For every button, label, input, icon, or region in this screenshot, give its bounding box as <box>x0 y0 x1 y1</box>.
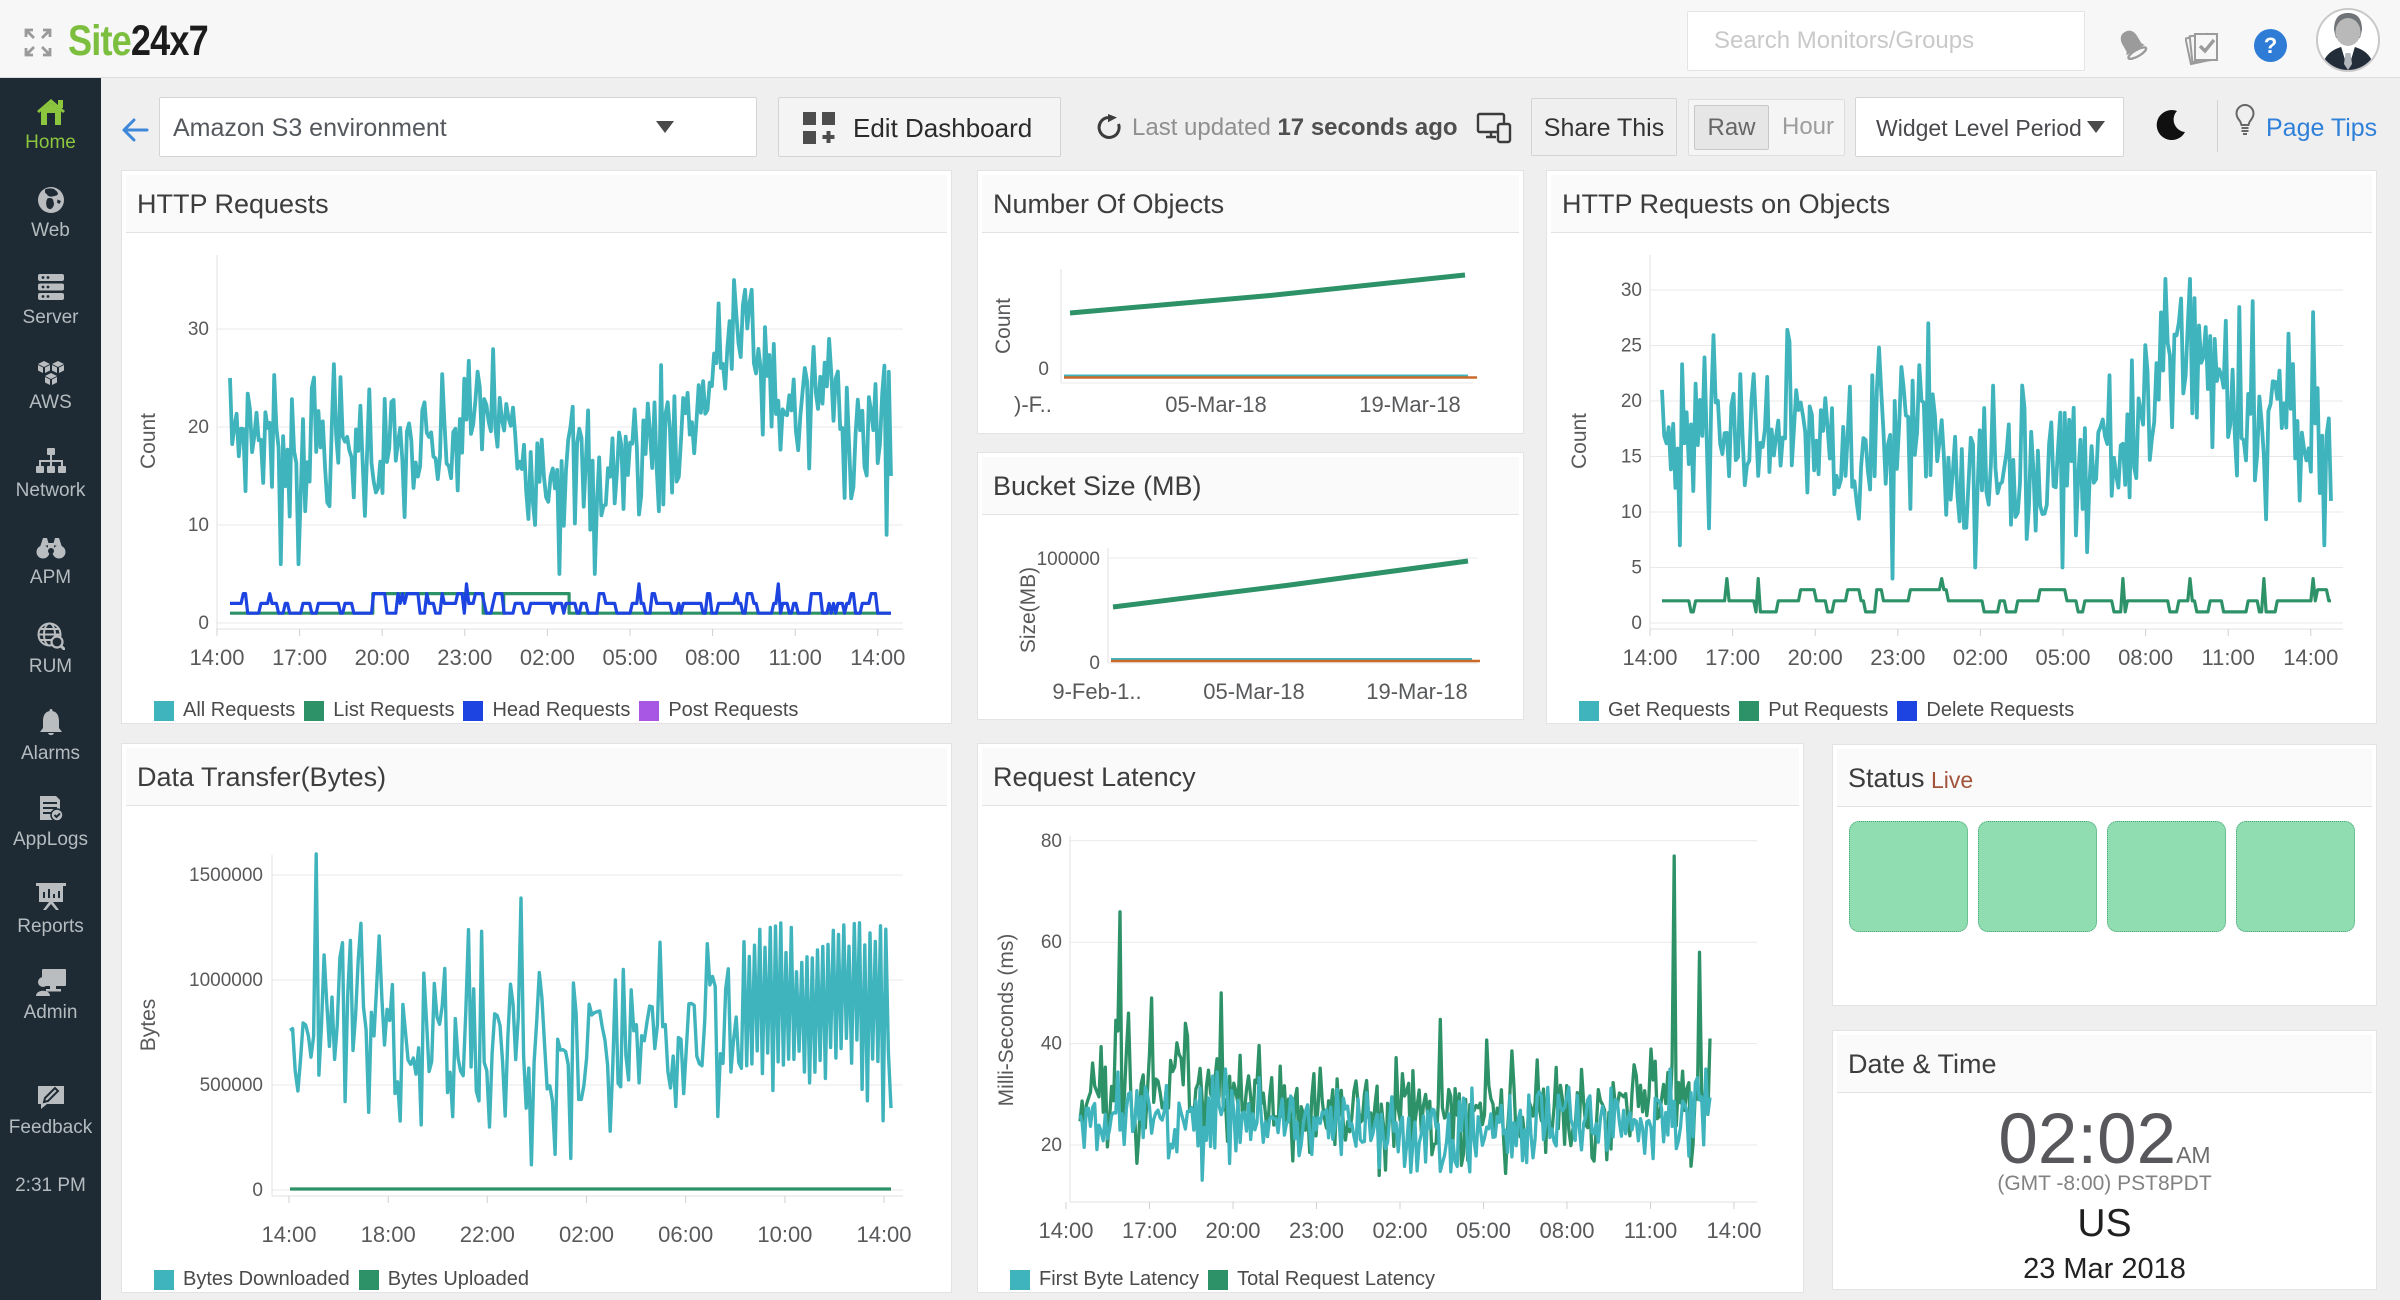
svg-text:06:00: 06:00 <box>658 1222 713 1247</box>
svg-text:Bytes: Bytes <box>137 999 160 1052</box>
svg-text:23:00: 23:00 <box>1870 645 1925 670</box>
svg-text:20: 20 <box>188 417 209 438</box>
svg-text:15: 15 <box>1621 447 1642 468</box>
svg-text:14:00: 14:00 <box>261 1222 316 1247</box>
svg-text:0: 0 <box>252 1180 263 1201</box>
svg-text:10: 10 <box>188 515 209 536</box>
svg-text:11:00: 11:00 <box>1624 1218 1677 1243</box>
svg-text:)-F..: )-F.. <box>1014 392 1052 417</box>
svg-text:Size(MB): Size(MB) <box>1017 567 1040 653</box>
svg-text:14:00: 14:00 <box>189 645 244 670</box>
svg-text:17:00: 17:00 <box>272 645 327 670</box>
svg-text:0: 0 <box>198 613 209 634</box>
svg-text:05:00: 05:00 <box>1456 1218 1511 1243</box>
svg-text:22:00: 22:00 <box>460 1222 515 1247</box>
svg-text:20:00: 20:00 <box>355 645 410 670</box>
svg-text:Count: Count <box>1568 413 1591 469</box>
svg-text:05-Mar-18: 05-Mar-18 <box>1165 392 1266 417</box>
svg-text:80: 80 <box>1041 831 1062 852</box>
svg-text:0: 0 <box>1089 653 1100 674</box>
svg-text:14:00: 14:00 <box>1622 645 1677 670</box>
svg-text:19-Mar-18: 19-Mar-18 <box>1359 392 1460 417</box>
svg-text:20: 20 <box>1621 391 1642 412</box>
svg-text:20: 20 <box>1041 1135 1062 1156</box>
svg-text:60: 60 <box>1041 932 1062 953</box>
svg-text:14:00: 14:00 <box>856 1222 911 1247</box>
svg-text:02:00: 02:00 <box>559 1222 614 1247</box>
svg-text:08:00: 08:00 <box>2118 645 2173 670</box>
svg-text:Count: Count <box>992 298 1015 354</box>
svg-text:Milli-Seconds (ms): Milli-Seconds (ms) <box>995 934 1018 1107</box>
svg-text:05:00: 05:00 <box>2035 645 2090 670</box>
svg-text:14:00: 14:00 <box>850 645 905 670</box>
svg-text:100000: 100000 <box>1037 549 1100 570</box>
svg-text:02:00: 02:00 <box>1372 1218 1427 1243</box>
svg-text:14:00: 14:00 <box>1706 1218 1761 1243</box>
svg-text:20:00: 20:00 <box>1205 1218 1260 1243</box>
svg-text:19-Mar-18: 19-Mar-18 <box>1366 679 1467 704</box>
svg-text:Count: Count <box>137 413 160 469</box>
svg-text:30: 30 <box>1621 280 1642 301</box>
svg-text:14:00: 14:00 <box>1038 1218 1093 1243</box>
svg-text:1500000: 1500000 <box>189 865 263 886</box>
svg-text:11:00: 11:00 <box>768 645 821 670</box>
svg-text:10:00: 10:00 <box>757 1222 812 1247</box>
svg-text:30: 30 <box>188 319 209 340</box>
svg-text:0: 0 <box>1038 359 1049 380</box>
svg-text:08:00: 08:00 <box>1539 1218 1594 1243</box>
svg-text:05-Mar-18: 05-Mar-18 <box>1203 679 1304 704</box>
svg-text:08:00: 08:00 <box>685 645 740 670</box>
svg-text:05:00: 05:00 <box>602 645 657 670</box>
svg-text:18:00: 18:00 <box>361 1222 416 1247</box>
svg-text:25: 25 <box>1621 336 1642 357</box>
svg-text:17:00: 17:00 <box>1705 645 1760 670</box>
svg-text:23:00: 23:00 <box>1289 1218 1344 1243</box>
svg-text:23:00: 23:00 <box>437 645 492 670</box>
svg-text:10: 10 <box>1621 502 1642 523</box>
svg-text:5: 5 <box>1631 558 1642 579</box>
svg-text:500000: 500000 <box>200 1075 263 1096</box>
svg-text:0: 0 <box>1631 613 1642 634</box>
svg-text:14:00: 14:00 <box>2283 645 2338 670</box>
svg-text:40: 40 <box>1041 1034 1062 1055</box>
svg-text:20:00: 20:00 <box>1788 645 1843 670</box>
svg-text:17:00: 17:00 <box>1122 1218 1177 1243</box>
svg-text:11:00: 11:00 <box>2201 645 2254 670</box>
svg-text:9-Feb-1..: 9-Feb-1.. <box>1052 679 1141 704</box>
svg-text:02:00: 02:00 <box>520 645 575 670</box>
svg-text:02:00: 02:00 <box>1953 645 2008 670</box>
svg-text:1000000: 1000000 <box>189 970 263 991</box>
